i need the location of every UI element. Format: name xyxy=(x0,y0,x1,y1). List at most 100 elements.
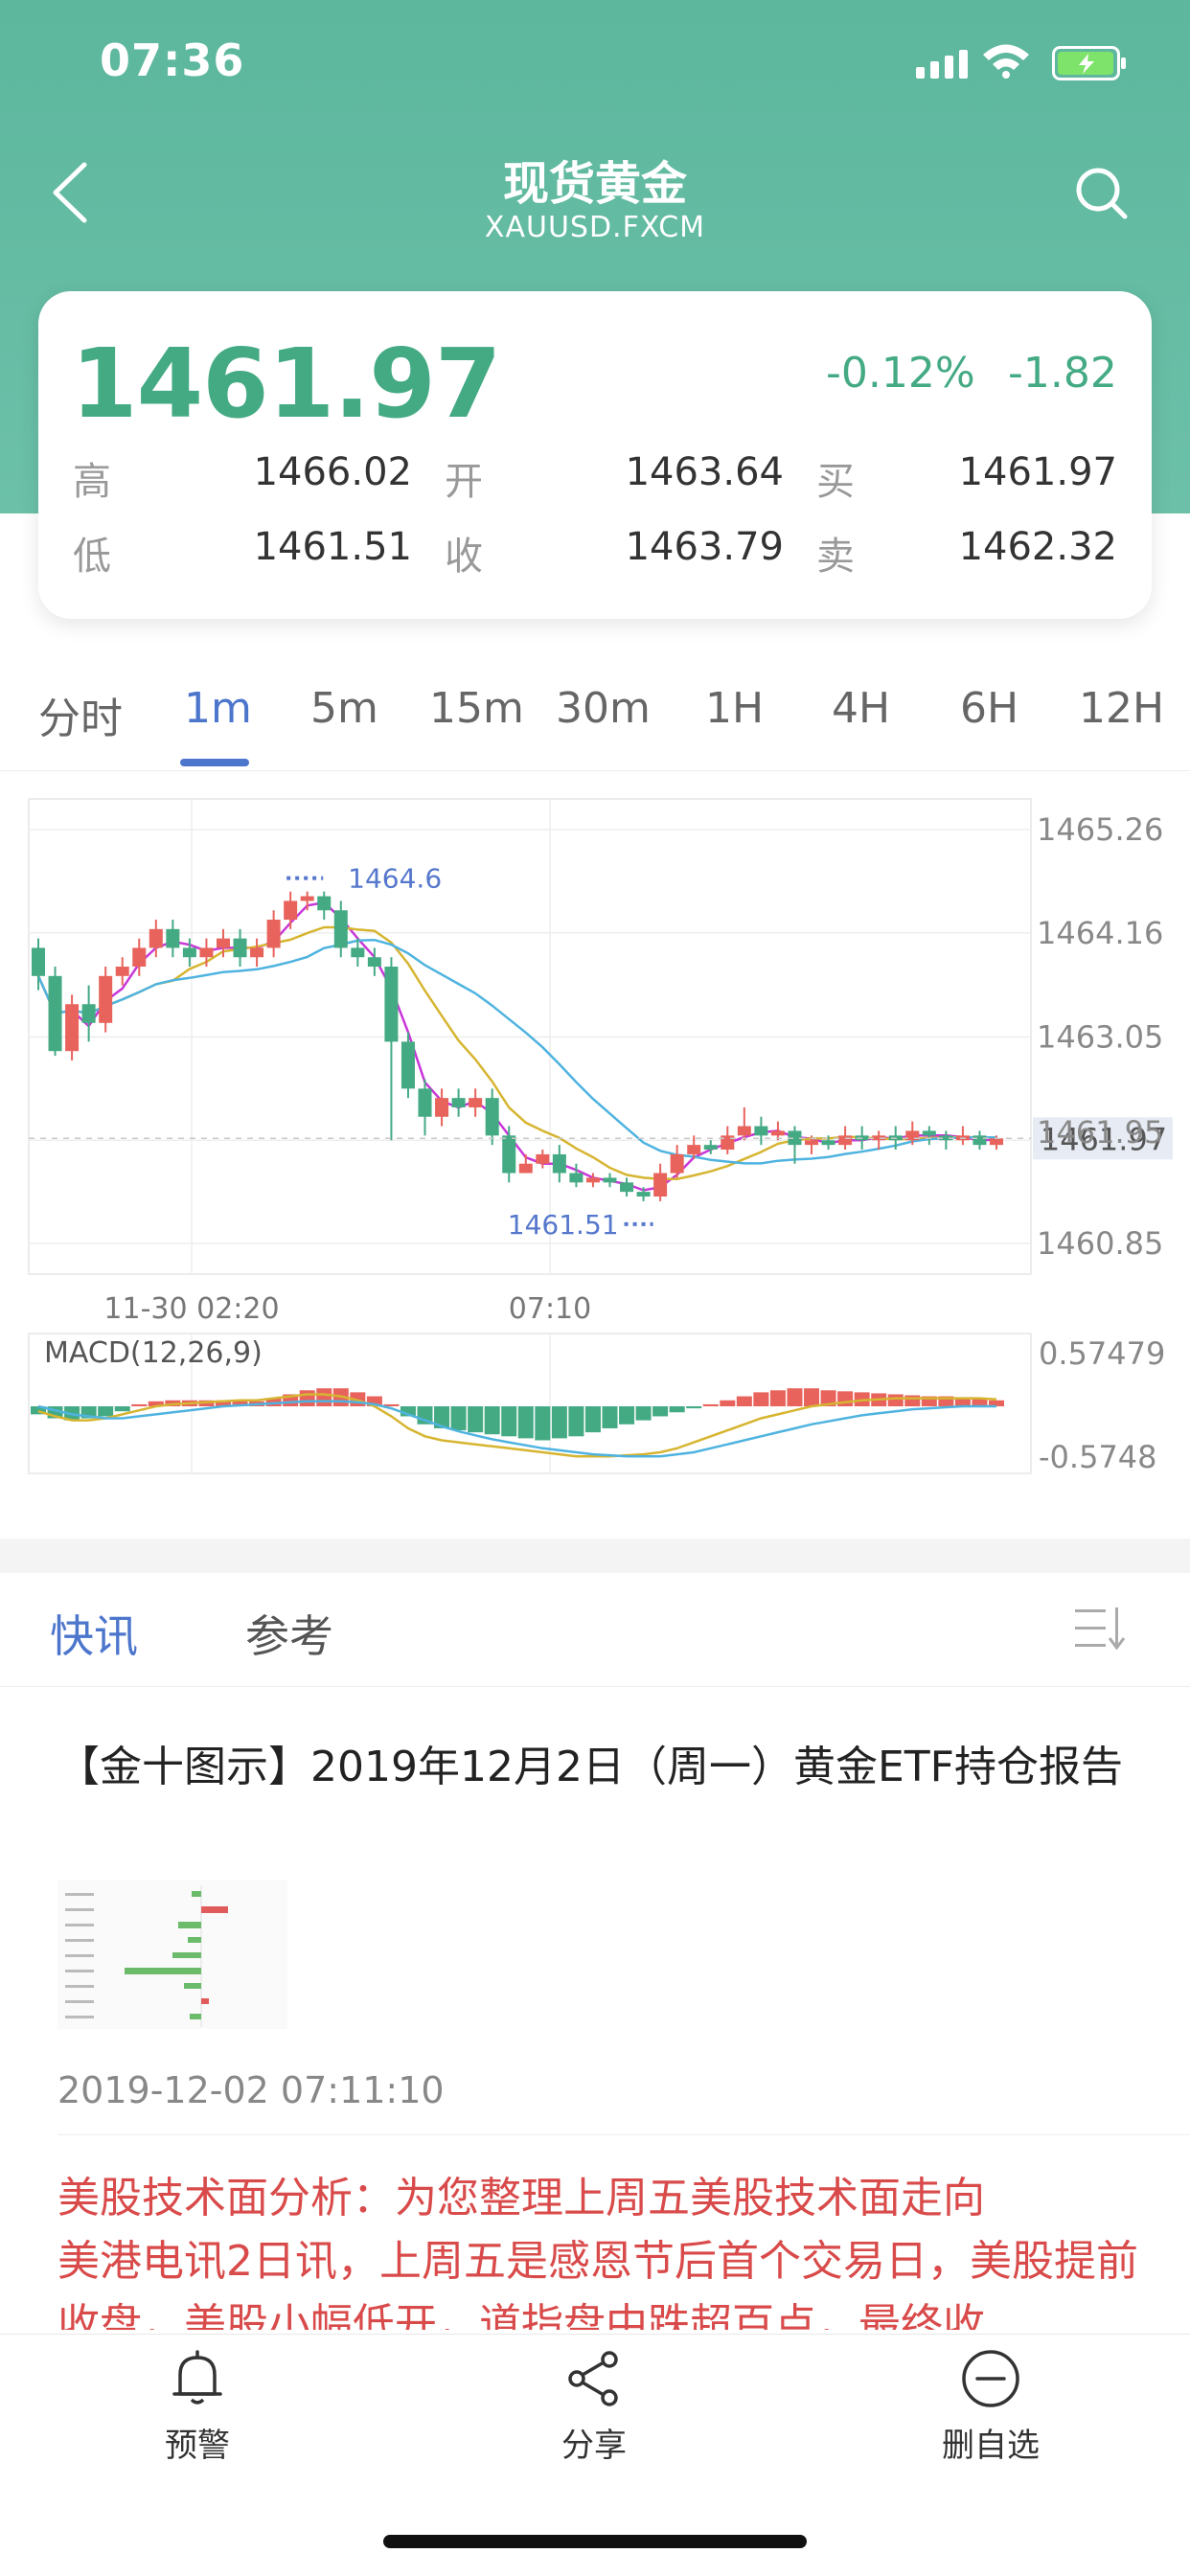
page-title: 现货黄金 xyxy=(502,157,687,211)
tab-30m[interactable]: 30m xyxy=(556,684,651,733)
candle-body xyxy=(149,928,163,948)
list-filter-icon[interactable] xyxy=(1075,1607,1133,1653)
remove-watchlist-button[interactable]: 删自选 xyxy=(895,2348,1087,2466)
active-tab-indicator xyxy=(180,759,249,766)
candle-body xyxy=(485,1098,499,1136)
battery-icon xyxy=(1052,46,1129,84)
candle-body xyxy=(451,1098,466,1107)
tab-flash-news[interactable]: 快讯 xyxy=(50,1602,138,1665)
macd-histogram-bar xyxy=(887,1394,904,1406)
tab-1h[interactable]: 1H xyxy=(705,684,764,733)
macd-histogram-bar xyxy=(131,1403,148,1406)
macd-histogram-bar xyxy=(98,1406,114,1417)
max-label: 1464.6 xyxy=(348,863,442,895)
candle-body xyxy=(502,1135,516,1174)
macd-histogram-bar xyxy=(551,1406,567,1439)
macd-histogram-bar xyxy=(568,1406,584,1437)
macd-histogram-bar xyxy=(501,1406,517,1437)
moving-average-line xyxy=(36,900,997,1192)
price-axis: 1461.971465.261464.161463.051461.951460.… xyxy=(29,811,1173,1326)
candle-body xyxy=(770,1130,785,1136)
price-tick-label: 1460.85 xyxy=(1037,1225,1163,1262)
minus-circle-icon xyxy=(960,2350,1021,2413)
macd-histogram-bar xyxy=(804,1388,820,1406)
home-indicator xyxy=(383,2535,807,2548)
macd-dea-line xyxy=(37,1400,996,1458)
candle-body xyxy=(199,947,214,958)
candle-body xyxy=(990,1138,1003,1146)
macd-histogram-bar xyxy=(468,1406,484,1433)
share-button[interactable]: 分享 xyxy=(498,2348,690,2466)
page-subtitle: XAUUSD.FXCM xyxy=(484,211,706,244)
macd-histogram-bar xyxy=(450,1406,467,1431)
candle-body xyxy=(754,1126,768,1136)
candle-body xyxy=(166,928,180,948)
tab-15m[interactable]: 15m xyxy=(429,684,524,733)
tab-5m[interactable]: 5m xyxy=(310,684,378,733)
alert-button[interactable]: 预警 xyxy=(102,2348,293,2466)
news-item-2[interactable]: 美股技术面分析：为您整理上周五美股技术面走向 美港电讯2日讯，上周五是感恩节后首… xyxy=(57,2167,1140,2330)
tab-intraday[interactable]: 分时 xyxy=(38,684,123,745)
tab-1m[interactable]: 1m xyxy=(184,684,252,733)
tab-12h[interactable]: 12H xyxy=(1079,684,1164,733)
time-tick-label: 07:10 xyxy=(509,1292,591,1326)
candle-body xyxy=(973,1135,987,1146)
candle-body xyxy=(922,1130,936,1136)
candle-body xyxy=(65,1004,80,1052)
status-bar: 07:36 xyxy=(0,34,1190,96)
macd-histogram-bar xyxy=(736,1396,752,1406)
news-title[interactable]: 【金十图示】2019年12月2日（周一）黄金ETF持仓报告 xyxy=(57,1736,1140,1799)
candle-body xyxy=(115,967,129,976)
close-value: 1463.79 xyxy=(625,525,784,569)
macd-histogram-bar xyxy=(114,1406,130,1412)
candle-body xyxy=(620,1182,634,1193)
candle-body xyxy=(469,1098,483,1107)
tab-reference[interactable]: 参考 xyxy=(245,1602,333,1665)
macd-histogram-bar xyxy=(517,1406,534,1439)
search-icon[interactable] xyxy=(1073,165,1131,226)
candle-body xyxy=(351,947,365,958)
high-value: 1466.02 xyxy=(253,450,412,494)
candle-body xyxy=(518,1163,533,1174)
candle-body xyxy=(250,947,264,958)
period-tabs: 分时 1m 5m 15m 30m 1H 4H 6H 12H xyxy=(0,661,1190,771)
open-value: 1463.64 xyxy=(625,450,784,494)
candle-body xyxy=(284,900,298,921)
tab-4h[interactable]: 4H xyxy=(832,684,890,733)
candle-body xyxy=(266,920,281,948)
tab-6h[interactable]: 6H xyxy=(960,684,1018,733)
news-thumbnail[interactable] xyxy=(57,1880,287,2029)
candle-body xyxy=(703,1145,718,1151)
news-divider xyxy=(57,2134,1190,2135)
remove-watchlist-label: 删自选 xyxy=(942,2427,1040,2465)
current-price: 1461.97 xyxy=(71,328,501,440)
macd-histogram-bar xyxy=(720,1400,736,1406)
candle-body xyxy=(317,896,332,911)
candle-body xyxy=(653,1173,668,1197)
candle-body xyxy=(132,947,147,968)
bell-icon xyxy=(167,2350,228,2413)
candle-body xyxy=(216,938,230,948)
candle-body xyxy=(182,947,196,958)
candle-body xyxy=(536,1153,550,1164)
macd-min-label: -0.5748 xyxy=(1039,1439,1157,1475)
time-tick-label: 11-30 02:20 xyxy=(103,1292,279,1326)
candle-body xyxy=(300,896,314,901)
candle-body xyxy=(636,1192,651,1197)
macd-histogram-bar xyxy=(602,1406,618,1428)
change-percent: -0.12% xyxy=(826,349,975,398)
candle-body xyxy=(367,957,381,968)
macd-max-label: 0.57479 xyxy=(1039,1335,1165,1372)
min-label: 1461.51 xyxy=(508,1209,619,1241)
share-icon xyxy=(563,2351,625,2413)
price-tick-label: 1463.05 xyxy=(1037,1018,1163,1055)
candle-body xyxy=(32,947,45,976)
price-chart[interactable]: 1461.971465.261464.161463.051461.951460.… xyxy=(0,786,1190,1494)
macd-histogram-bar xyxy=(584,1406,601,1433)
macd-histogram-bar xyxy=(769,1390,786,1406)
candle-body xyxy=(400,1041,415,1089)
candles xyxy=(32,891,1003,1201)
macd-histogram-bar xyxy=(619,1406,635,1425)
candle-body xyxy=(81,1004,96,1023)
macd-chart: MACD(12,26,9) 0.57479 -0.5748 xyxy=(28,1333,1165,1475)
